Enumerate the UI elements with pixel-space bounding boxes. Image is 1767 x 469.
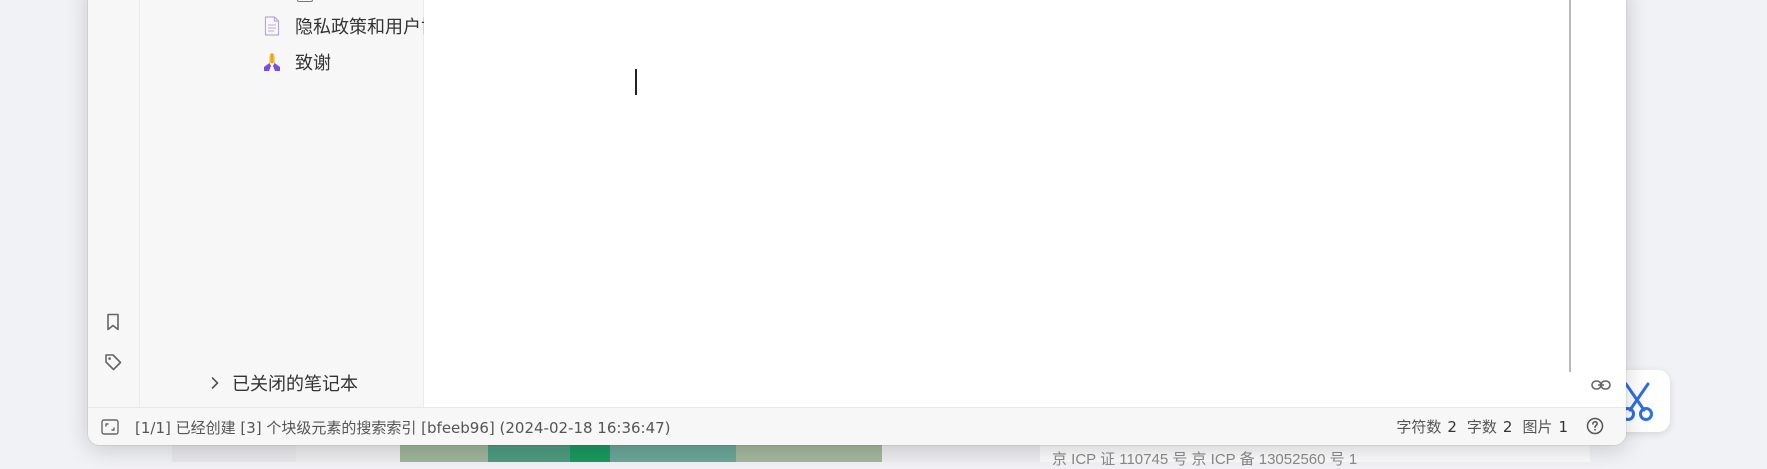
image-count-value: 1 [1558, 417, 1568, 436]
background-footer-text: 京 ICP 证 110745 号 京 ICP 备 13052560 号 1 [1052, 451, 1358, 468]
closed-notebooks-toggle[interactable]: 已关闭的笔记本 [210, 369, 358, 397]
tree-item-thanks[interactable]: 致谢 [260, 47, 331, 77]
chevron-right-icon [210, 376, 224, 390]
link-icon [1591, 380, 1611, 390]
bookmark-button[interactable] [100, 309, 126, 335]
word-count-label: 字数 [1466, 417, 1497, 436]
tree-item-partial-icon [297, 0, 313, 2]
right-gutter [1576, 0, 1626, 407]
image-count-label: 图片 [1522, 417, 1553, 436]
image-count: 图片 1 [1522, 416, 1568, 437]
tree-item-label: 致谢 [295, 53, 331, 74]
status-message: [1/1] 已经创建 [3] 个块级元素的搜索索引 [bfeeb96] (202… [135, 419, 671, 437]
char-count-label: 字符数 [1396, 417, 1442, 436]
word-count-value: 2 [1502, 417, 1513, 436]
help-button[interactable] [1584, 415, 1606, 437]
left-dock [88, 0, 140, 407]
closed-notebooks-label: 已关闭的笔记本 [232, 374, 358, 395]
app-window: 隐私政策和用户协议 致谢 已关闭的笔记本 [1/1] 已经创建 [3] 个块级元… [88, 0, 1626, 445]
char-count-value: 2 [1447, 417, 1457, 436]
word-count: 字数 2 [1467, 416, 1513, 437]
bookmark-icon [107, 313, 119, 331]
tag-icon [105, 354, 122, 371]
editor-area[interactable] [424, 0, 1624, 407]
help-icon [1586, 417, 1604, 435]
file-tree-panel: 隐私政策和用户协议 致谢 已关闭的笔记本 [140, 0, 457, 407]
text-cursor [635, 69, 637, 95]
backlink-button[interactable] [1588, 372, 1614, 398]
vertical-scrollbar[interactable] [1569, 0, 1571, 372]
status-counters: 字符数 2 字数 2 图片 1 [1396, 415, 1606, 437]
praying-hands-icon [260, 50, 284, 74]
fullscreen-button[interactable] [100, 417, 120, 437]
status-bar: [1/1] 已经创建 [3] 个块级元素的搜索索引 [bfeeb96] (202… [88, 407, 1626, 445]
tag-button[interactable] [100, 349, 126, 375]
document-icon [260, 14, 284, 38]
char-count: 字符数 2 [1396, 416, 1457, 437]
fullscreen-icon [101, 419, 119, 435]
